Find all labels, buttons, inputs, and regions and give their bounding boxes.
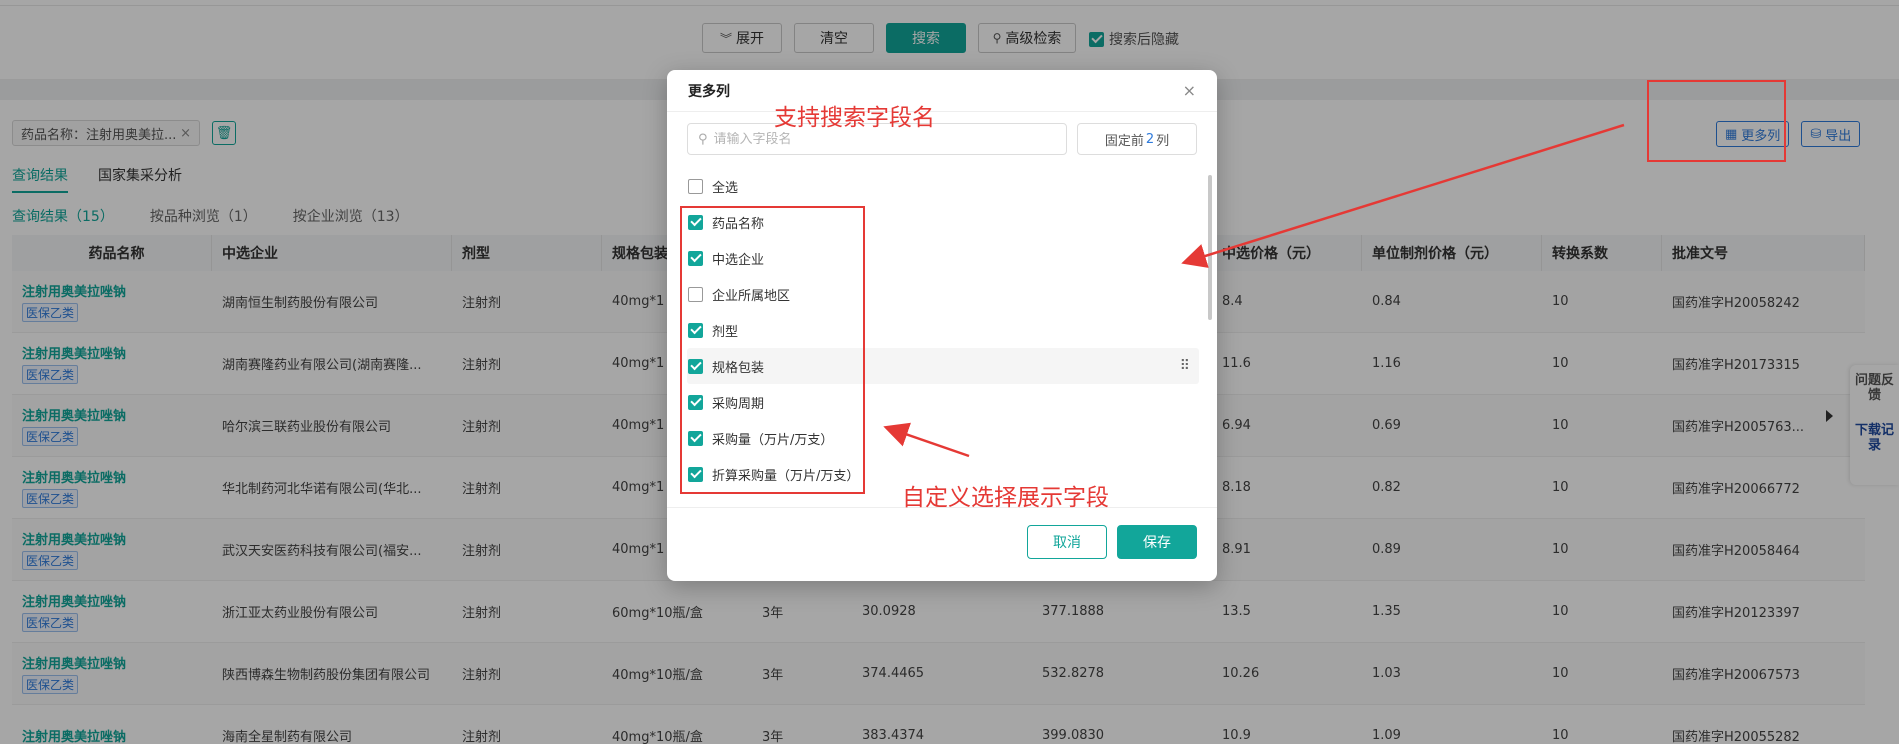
select-all-checkbox[interactable] [688, 178, 703, 194]
dialog-title: 更多列 [688, 83, 730, 100]
select-all-row[interactable]: 全选 [687, 168, 1199, 204]
drag-handle-icon[interactable]: ⠿ [1180, 358, 1190, 374]
field-list-highlight [680, 206, 865, 494]
scrollbar[interactable] [1208, 175, 1212, 320]
save-button[interactable]: 保存 [1117, 525, 1197, 559]
fixed-columns-control[interactable]: 固定前 2 列 [1077, 123, 1197, 155]
select-annotation: 自定义选择展示字段 [902, 485, 1109, 511]
cancel-button[interactable]: 取消 [1027, 525, 1107, 559]
more-columns-highlight [1647, 80, 1786, 162]
field-search-input[interactable] [713, 131, 1044, 147]
close-icon[interactable]: × [1183, 81, 1196, 100]
dialog-footer: 取消 保存 [667, 507, 1217, 581]
search-icon: ⚲ [698, 131, 708, 147]
dialog-header: 更多列 × [667, 70, 1217, 112]
search-annotation: 支持搜索字段名 [774, 105, 935, 131]
fixed-count: 2 [1145, 131, 1155, 147]
